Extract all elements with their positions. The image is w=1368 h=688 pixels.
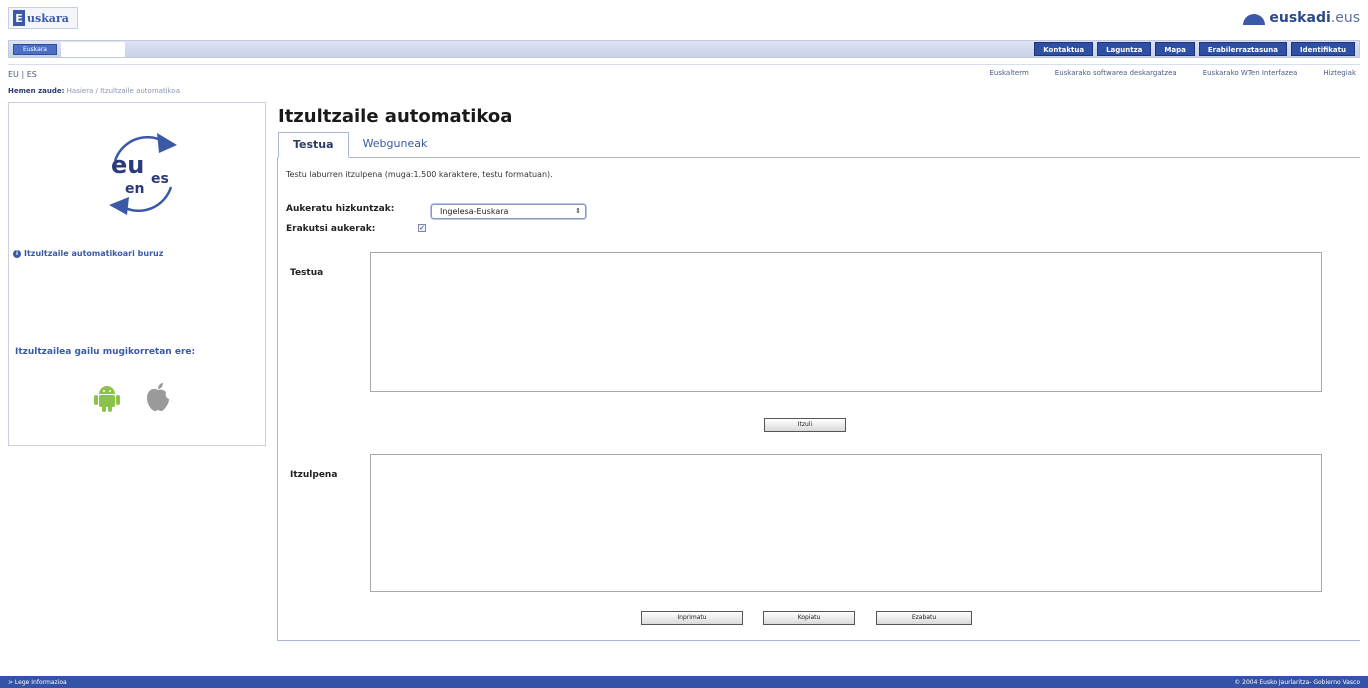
language-switch[interactable]: EU | ES [8,70,37,79]
breadcrumb: Hemen zaude: Hasiera / Itzultzaile autom… [8,87,180,95]
logo-es-text: es [151,171,169,187]
android-icon[interactable] [93,382,121,412]
language-select[interactable]: Ingelesa-Euskara ⇕ [431,204,586,219]
link-hiztegiak[interactable]: Hiztegiak [1323,69,1356,77]
info-icon: i [13,249,21,258]
euskadi-suffix: .eus [1330,10,1360,26]
nav-kontaktua[interactable]: Kontaktua [1034,42,1094,56]
link-software[interactable]: Euskarako softwarea deskargatzea [1055,69,1177,77]
apple-icon[interactable] [145,382,171,412]
mobile-apps [93,382,171,412]
about-translator-text: Itzultzaile automatikoari buruz [24,249,164,258]
nav-laguntza[interactable]: Laguntza [1097,42,1152,56]
mobile-title: Itzultzailea gailu mugikorretan ere: [15,347,196,357]
tab-testua[interactable]: Testua [278,132,349,158]
about-translator-link[interactable]: i Itzultzaile automatikoari buruz [13,249,163,258]
logo-text: uskara [27,11,69,25]
translator-panel: Testu laburren itzulpena (muga:1.500 kar… [277,157,1360,641]
euskadi-logo[interactable]: euskadi .eus [1243,10,1360,26]
link-euskalterm[interactable]: Euskalterm [989,69,1028,77]
header-divider [8,64,1360,65]
link-wten[interactable]: Euskarako WTen Interfazea [1203,69,1298,77]
top-nav: Kontaktua Laguntza Mapa Erabilerraztasun… [1034,42,1355,56]
sidebar: eu es en i Itzultzaile automatikoari bur… [8,102,266,446]
translate-button[interactable]: Itzuli [764,418,846,432]
euskara-logo[interactable]: E uskara [8,7,78,29]
nav-identifikatu[interactable]: Identifikatu [1291,42,1355,56]
source-text-area[interactable] [370,252,1322,392]
nav-mapa[interactable]: Mapa [1155,42,1195,56]
sub-links: Euskalterm Euskarako softwarea deskargat… [989,69,1356,77]
language-select-value: Ingelesa-Euskara [440,207,509,216]
translation-label: Itzulpena [290,470,338,480]
language-label: Aukeratu hizkuntzak: [286,204,395,214]
tab-bar: Testua Webguneak [278,132,441,158]
euskadi-brand: euskadi [1269,10,1331,26]
logo-eu-text: eu [111,151,144,179]
text-label: Testua [290,268,324,278]
breadcrumb-path[interactable]: Hasiera / Itzultzaile automatikoa [67,87,180,95]
nav-erabilerraztasuna[interactable]: Erabilerraztasuna [1198,42,1287,56]
delete-button[interactable]: Ezabatu [876,611,972,625]
legal-info-link[interactable]: > Lege Informazioa [8,679,67,686]
translator-logo-icon: eu es en [109,133,177,215]
tab-webguneak[interactable]: Webguneak [349,132,442,158]
top-bar: Euskara Kontaktua Laguntza Mapa Erabiler… [8,40,1360,58]
breadcrumb-label: Hemen zaude: [8,87,65,95]
copy-button[interactable]: Kopiatu [763,611,855,625]
logo-en-text: en [125,181,144,197]
description-text: Testu laburren itzulpena (muga:1.500 kar… [286,170,553,179]
euskadi-arc-icon [1243,14,1266,25]
logo-letter: E [13,10,25,26]
options-checkbox[interactable]: ✓ [418,224,426,232]
copyright-text: © 2004 Eusko Jaurlaritza- Gobierno Vasco [1234,678,1360,686]
translation-text-area[interactable] [370,454,1322,592]
print-button[interactable]: Inprimatu [641,611,743,625]
options-label: Erakutsi aukerak: [286,224,376,234]
footer: > Lege Informazioa © 2004 Eusko Jaurlari… [0,676,1368,688]
euskara-button[interactable]: Euskara [13,44,57,55]
select-arrows-icon: ⇕ [575,207,581,215]
page-title: Itzultzaile automatikoa [278,106,513,127]
topbar-blank [61,42,125,57]
